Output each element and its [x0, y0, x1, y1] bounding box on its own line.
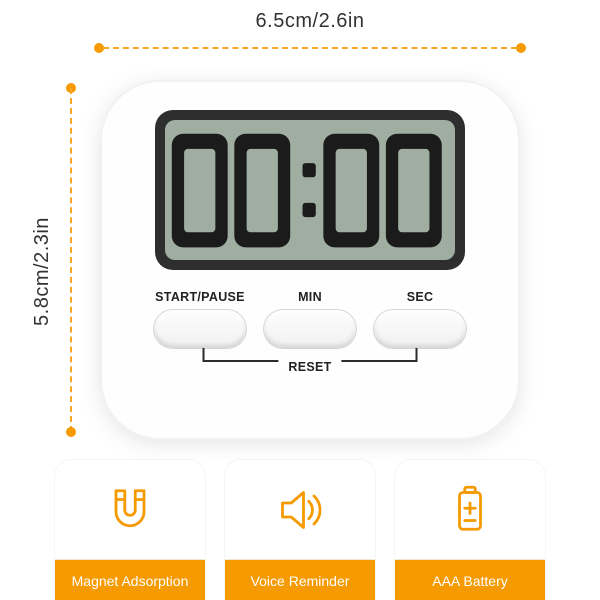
lcd-digits: [168, 121, 452, 258]
feature-row: Magnet Adsorption Voice Reminder AAA Bat…: [0, 460, 600, 600]
width-span-line: [95, 37, 525, 59]
feature-label: Voice Reminder: [225, 560, 375, 600]
timer-device: START/PAUSE MIN SEC RESET: [100, 80, 520, 440]
min-button[interactable]: [264, 310, 356, 348]
sec-label: SEC: [370, 290, 470, 304]
button-row: START/PAUSE MIN SEC: [150, 290, 470, 348]
feature-label: Magnet Adsorption: [55, 560, 205, 600]
feature-label: AAA Battery: [395, 560, 545, 600]
height-span-line: [70, 88, 72, 432]
feature-card-magnet: Magnet Adsorption: [55, 460, 205, 600]
speaker-icon: [225, 460, 375, 560]
battery-icon: [395, 460, 545, 560]
lcd-bezel: [155, 110, 465, 270]
feature-card-voice: Voice Reminder: [225, 460, 375, 600]
feature-card-battery: AAA Battery: [395, 460, 545, 600]
width-label: 6.5cm/2.6in: [95, 10, 525, 33]
height-label: 5.8cm/2.3in: [31, 172, 54, 372]
height-dimension: 5.8cm/2.3in: [30, 80, 90, 440]
lcd-screen: [165, 120, 455, 260]
sec-button[interactable]: [374, 310, 466, 348]
magnet-icon: [55, 460, 205, 560]
start-pause-label: START/PAUSE: [150, 290, 250, 304]
min-label: MIN: [260, 290, 360, 304]
start-pause-button[interactable]: [154, 310, 246, 348]
reset-label: RESET: [278, 360, 341, 374]
width-dimension: 6.5cm/2.6in: [95, 10, 525, 59]
